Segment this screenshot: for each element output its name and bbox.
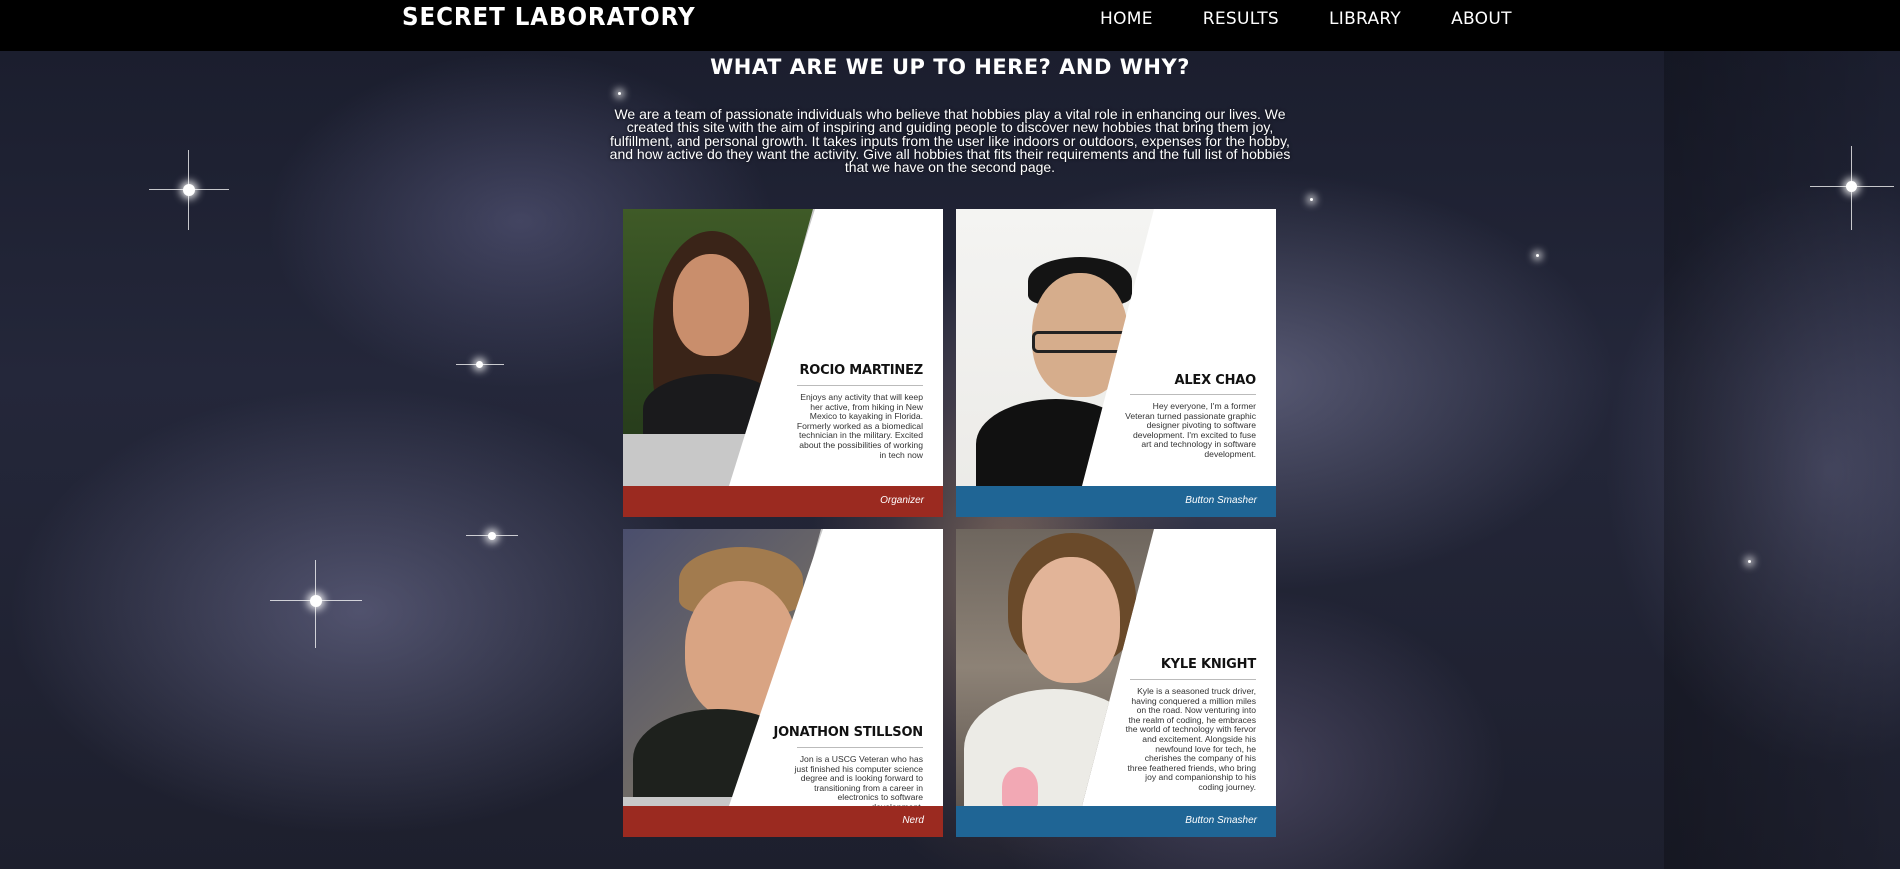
page: Secret Laboratory HOME RESULTS LIBRARY A…	[0, 0, 1900, 869]
star-decoration	[456, 364, 504, 365]
divider	[797, 385, 923, 386]
nav-about-link[interactable]: ABOUT	[1451, 9, 1512, 29]
team-card: Jonathon Stillson Jon is a USCG Veteran …	[623, 529, 943, 837]
team-card: Kyle Knight Kyle is a seasoned truck dri…	[956, 529, 1276, 837]
site-logo[interactable]: Secret Laboratory	[402, 2, 696, 31]
star-decoration	[310, 595, 322, 607]
member-bio: Kyle is a seasoned truck driver, having …	[1125, 686, 1256, 792]
star-decoration	[1310, 198, 1313, 201]
star-decoration	[1851, 146, 1852, 230]
role-banner: Button Smasher	[956, 806, 1276, 837]
divider	[797, 747, 923, 748]
star-decoration	[466, 535, 518, 536]
team-card: Alex Chao Hey everyone, I'm a former Vet…	[956, 209, 1276, 517]
star-decoration	[315, 560, 316, 648]
role-banner: Nerd	[623, 806, 943, 837]
divider	[1130, 679, 1256, 680]
star-decoration	[618, 92, 621, 95]
background-panel-edge	[1664, 51, 1894, 869]
page-heading: What are we up to here? And why?	[710, 55, 1190, 79]
main-nav: HOME RESULTS LIBRARY ABOUT	[1100, 9, 1562, 29]
role-banner: Organizer	[623, 486, 943, 517]
member-role: Nerd	[902, 815, 924, 826]
role-banner: Button Smasher	[956, 486, 1276, 517]
star-decoration	[270, 600, 362, 601]
star-decoration	[1748, 560, 1751, 563]
member-bio: Enjoys any activity that will keep her a…	[796, 392, 923, 460]
intro-paragraph: We are a team of passionate individuals …	[609, 106, 1291, 176]
member-name: Alex Chao	[1174, 373, 1256, 388]
star-decoration	[149, 189, 229, 190]
member-bio: Hey everyone, I'm a former Veteran turne…	[1125, 401, 1256, 459]
member-role: Button Smasher	[1185, 495, 1257, 506]
member-role: Button Smasher	[1185, 815, 1257, 826]
member-name: Kyle Knight	[1160, 657, 1256, 672]
team-card: Rocio Martinez Enjoys any activity that …	[623, 209, 943, 517]
top-navigation-bar: Secret Laboratory HOME RESULTS LIBRARY A…	[0, 0, 1900, 51]
star-decoration	[1810, 186, 1894, 187]
nav-results-link[interactable]: RESULTS	[1203, 9, 1279, 29]
member-name: Rocio Martinez	[799, 363, 923, 378]
star-decoration	[1536, 254, 1539, 257]
member-role: Organizer	[880, 495, 924, 506]
star-decoration	[183, 184, 195, 196]
star-decoration	[488, 532, 496, 540]
member-name: Jonathon Stillson	[773, 725, 923, 740]
member-bio: Jon is a USCG Veteran who has just finis…	[794, 754, 924, 811]
star-decoration	[188, 150, 189, 230]
nav-library-link[interactable]: LIBRARY	[1329, 9, 1401, 29]
divider	[1130, 394, 1256, 395]
nav-home-link[interactable]: HOME	[1100, 9, 1153, 29]
